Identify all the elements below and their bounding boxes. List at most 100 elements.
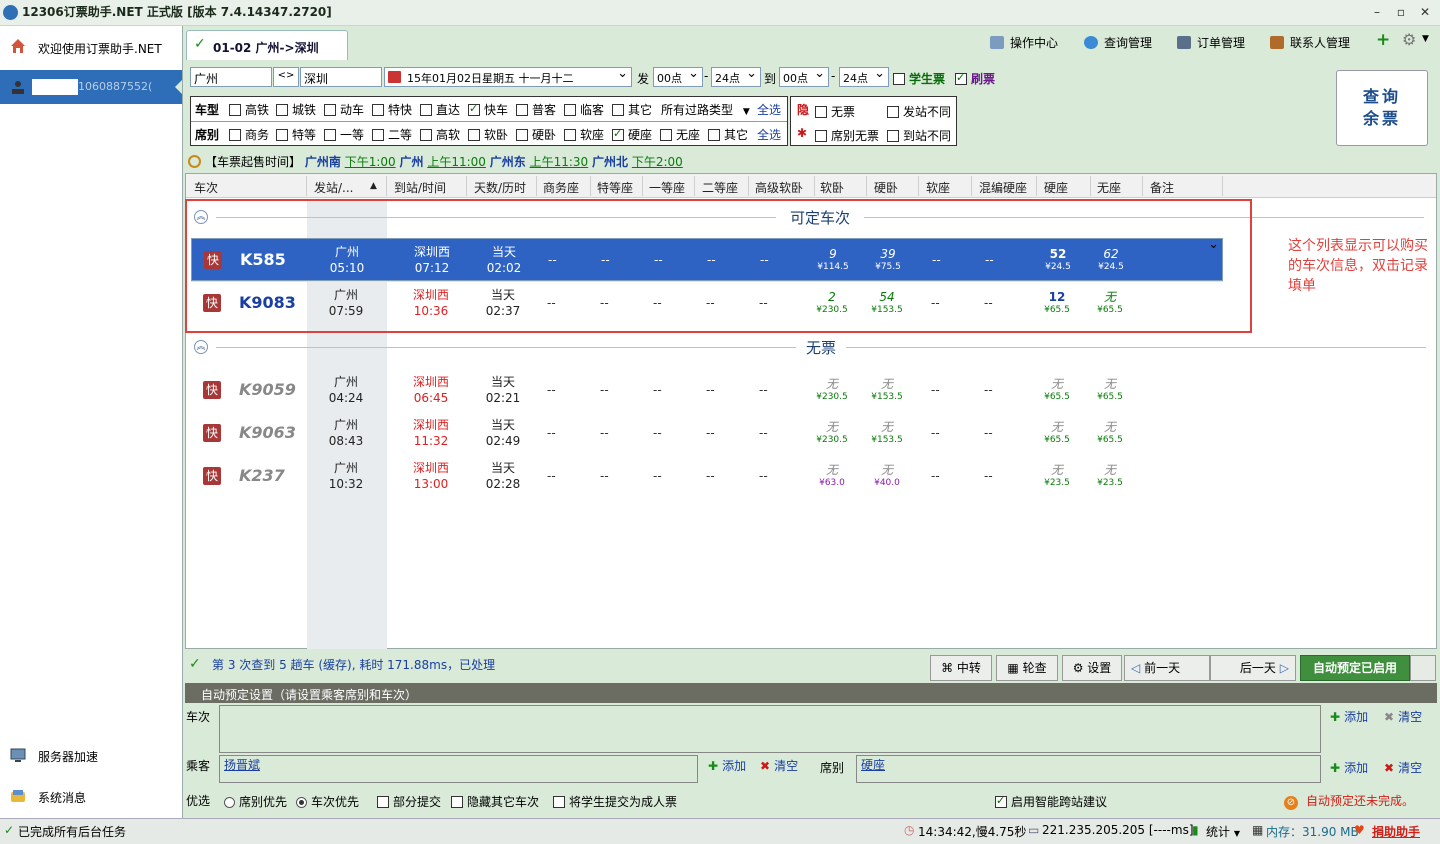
dep-end-select[interactable]: 24点 — [711, 66, 761, 87]
date-select[interactable]: 15年01月02日星期五 十一月十二 — [384, 66, 632, 87]
sale-station-time[interactable]: 上午11:30 — [530, 155, 589, 169]
passenger-input[interactable]: 扬晋斌 — [219, 755, 698, 783]
type-checkbox-linke[interactable]: 临客 — [564, 101, 604, 118]
type-checkbox-puke[interactable]: 普客 — [516, 101, 556, 118]
toggle-switch[interactable] — [1410, 655, 1436, 681]
sale-station-time[interactable]: 下午1:00 — [345, 155, 396, 169]
seat-checkbox-yingzuo[interactable]: 硬座 — [612, 126, 652, 143]
train-first-radio[interactable]: 车次优先 — [296, 793, 359, 810]
tab-query[interactable]: ✓ 01-02 广州->深圳 — [186, 30, 348, 60]
clear-train-button[interactable]: ✖ 清空 — [1384, 708, 1422, 725]
type-checkbox-other[interactable]: 其它 — [612, 101, 652, 118]
seat-first-radio[interactable]: 席别优先 — [224, 793, 287, 810]
next-day-button[interactable]: 后一天 ▷ — [1210, 655, 1296, 681]
clear-seat-button[interactable]: ✖ 清空 — [1384, 759, 1422, 776]
query-mgmt-button[interactable]: 查询管理 — [1084, 34, 1152, 51]
seat-cell-rw[interactable]: 无 ¥63.0 — [802, 462, 862, 488]
train-row[interactable]: 快 K9063 广州 08:43 深圳西 11:32 当天 02:49 -- -- -- -- -- --… — [191, 412, 1223, 455]
seat-cell-wz[interactable]: 无 ¥65.5 — [1080, 376, 1140, 402]
seat-cell-yz[interactable]: 无 ¥23.5 — [1027, 462, 1087, 488]
type-checkbox-kuaiche[interactable]: 快车 — [468, 101, 508, 118]
prev-day-button[interactable]: ◁ 前一天 — [1124, 655, 1210, 681]
seat-select-all-link[interactable]: 全选 — [757, 126, 781, 143]
seat-value[interactable]: 硬座 — [861, 758, 885, 772]
column-header[interactable]: 无座 — [1097, 179, 1121, 196]
add-seat-button[interactable]: ✚ 添加 — [1330, 759, 1368, 776]
column-header[interactable]: 特等座 — [597, 179, 633, 196]
train-row[interactable]: 快 K9059 广州 04:24 深圳西 06:45 当天 02:21 -- -- -- -- -- --… — [191, 369, 1223, 412]
seat-checkbox-ruanzuo[interactable]: 软座 — [564, 126, 604, 143]
add-train-button[interactable]: ✚ 添加 — [1330, 708, 1368, 725]
ops-center-button[interactable]: 操作中心 — [990, 34, 1058, 51]
type-checkbox-tekuai[interactable]: 特快 — [372, 101, 412, 118]
chevron-down-icon[interactable]: ▼ — [1422, 34, 1429, 44]
seat-cell-wz[interactable]: 无 ¥65.5 — [1080, 419, 1140, 445]
passenger-value[interactable]: 扬晋斌 — [224, 758, 260, 772]
contacts-mgmt-button[interactable]: 联系人管理 — [1270, 34, 1350, 51]
seat-checkbox-yideng[interactable]: 一等 — [324, 126, 364, 143]
sidebar-item-user[interactable]: 1060887552( — [0, 70, 182, 104]
seat-cell-yw[interactable]: 无 ¥153.5 — [857, 419, 917, 445]
type-checkbox-chengtie[interactable]: 城铁 — [276, 101, 316, 118]
hide-dep-diff-checkbox[interactable]: 发站不同 — [887, 103, 951, 120]
swap-stations-button[interactable]: <> — [273, 67, 299, 87]
dep-start-select[interactable]: 00点 — [653, 66, 703, 87]
hide-arr-diff-checkbox[interactable]: 到站不同 — [887, 127, 951, 144]
transfer-button[interactable]: ⌘ 中转 — [930, 655, 992, 681]
column-header[interactable]: 车次 — [194, 179, 218, 196]
auto-book-toggle[interactable]: 自动预定已启用 — [1300, 655, 1410, 681]
arr-start-select[interactable]: 00点 — [779, 66, 829, 87]
to-station-input[interactable]: 深圳 — [300, 67, 382, 87]
type-checkbox-zhida[interactable]: 直达 — [420, 101, 460, 118]
refresh-ticket-checkbox[interactable]: 刷票 — [955, 70, 995, 87]
column-header[interactable]: 天数/历时 — [474, 179, 526, 196]
sale-station-time[interactable]: 下午2:00 — [632, 155, 683, 169]
seat-checkbox-gaoruan[interactable]: 高软 — [420, 126, 460, 143]
clear-passenger-button[interactable]: ✖ 清空 — [760, 757, 798, 774]
close-button[interactable]: ✕ — [1416, 4, 1434, 20]
partial-submit-checkbox[interactable]: 部分提交 — [377, 793, 441, 810]
gear-icon[interactable]: ⚙ — [1402, 30, 1416, 49]
column-header[interactable]: 软座 — [926, 179, 950, 196]
sidebar-item-welcome[interactable]: 欢迎使用订票助手.NET — [0, 32, 182, 62]
column-header[interactable]: 备注 — [1150, 179, 1174, 196]
seat-checkbox-ruanwo[interactable]: 软卧 — [468, 126, 508, 143]
seat-checkbox-tedeng[interactable]: 特等 — [276, 126, 316, 143]
student-as-adult-checkbox[interactable]: 将学生提交为成人票 — [553, 793, 677, 810]
transit-type-select[interactable]: 所有过路类型 ▼ — [661, 101, 750, 118]
donate-link[interactable]: 捐助助手 — [1372, 823, 1420, 840]
train-list-input[interactable] — [219, 705, 1321, 753]
query-tickets-button[interactable]: 查询 余票 — [1336, 70, 1428, 146]
train-row[interactable]: 快 K237 广州 10:32 深圳西 13:00 当天 02:28 -- -- -- -- -- -- -… — [191, 455, 1223, 498]
column-header[interactable]: 一等座 — [649, 179, 685, 196]
train-number[interactable]: K9059 — [239, 380, 296, 399]
seat-cell-wz[interactable]: 无 ¥23.5 — [1080, 462, 1140, 488]
sidebar-item-system-msg[interactable]: 系统消息 — [0, 786, 182, 808]
type-checkbox-gaotie[interactable]: 高铁 — [229, 101, 269, 118]
seat-checkbox-yingwo[interactable]: 硬卧 — [516, 126, 556, 143]
seat-input[interactable]: 硬座 — [856, 755, 1321, 783]
type-checkbox-dongche[interactable]: 动车 — [324, 101, 364, 118]
maximize-button[interactable]: ▫ — [1392, 4, 1410, 20]
order-mgmt-button[interactable]: 订单管理 — [1177, 34, 1245, 51]
add-icon[interactable]: + — [1376, 30, 1390, 50]
minimize-button[interactable]: – — [1368, 4, 1386, 20]
seat-checkbox-wuzuo[interactable]: 无座 — [660, 126, 700, 143]
column-header[interactable]: 软卧 — [820, 179, 844, 196]
seat-cell-rw[interactable]: 无 ¥230.5 — [802, 376, 862, 402]
train-number[interactable]: K9063 — [239, 423, 296, 442]
seat-cell-yz[interactable]: 无 ¥65.5 — [1027, 419, 1087, 445]
smart-transfer-checkbox[interactable]: 启用智能跨站建议 — [995, 793, 1107, 810]
sidebar-item-server-accel[interactable]: 服务器加速 — [0, 745, 182, 767]
seat-checkbox-shangwu[interactable]: 商务 — [229, 126, 269, 143]
hide-no-ticket-checkbox[interactable]: 无票 — [815, 103, 855, 120]
settings-button[interactable]: ⚙ 设置 — [1062, 655, 1122, 681]
round-query-button[interactable]: ▦ 轮查 — [996, 655, 1058, 681]
seat-checkbox-other[interactable]: 其它 — [708, 126, 748, 143]
arr-end-select[interactable]: 24点 — [839, 66, 889, 87]
seat-cell-yz[interactable]: 无 ¥65.5 — [1027, 376, 1087, 402]
column-header[interactable]: 二等座 — [702, 179, 738, 196]
column-header[interactable]: 商务座 — [543, 179, 579, 196]
collapse-icon[interactable]: ︽ — [194, 340, 208, 354]
seat-cell-yw[interactable]: 无 ¥153.5 — [857, 376, 917, 402]
